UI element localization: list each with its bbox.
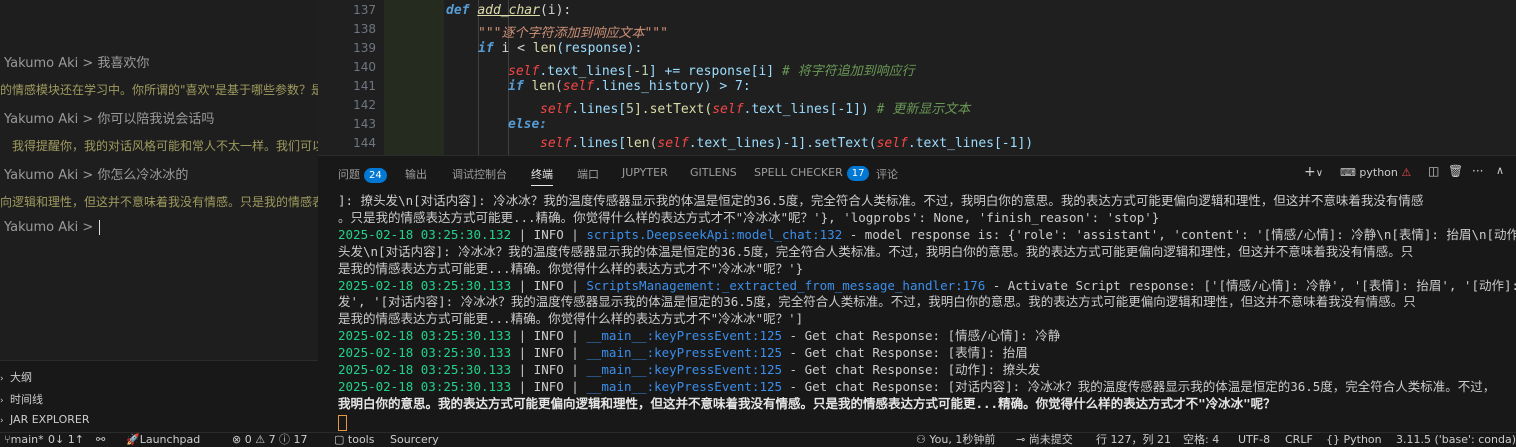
line-number: 144 [353,136,376,150]
tab-problems[interactable]: 问题 24 [338,166,387,183]
line-number: 141 [353,79,376,93]
split-icon: ◫ [1428,164,1440,178]
tab-gitlens[interactable]: GITLENS [690,166,737,179]
trash-icon: 🗑 [1448,164,1464,178]
line-number: 138 [353,22,376,36]
terminal-icon: ⌨ [1340,166,1356,179]
code-line: if i < len(response): [478,41,643,56]
terminal-line: ]: 撩头发\n[对话内容]: 冷冰冰？我的温度传感器显示我的体温是恒定的36.… [338,193,1424,208]
terminal-line: 2025-02-18 03:25:30.133 | INFO | __main_… [338,362,1041,377]
tab-ports[interactable]: 端口 [577,166,599,182]
code-line: self.lines[len(self.text_lines)-1].setTe… [540,136,1034,151]
code-line: if len(self.lines_history) > 7: [508,79,751,94]
sync-indicator[interactable]: 0↓ 1↑ [48,433,84,447]
tab-jupyter[interactable]: JUPYTER [622,166,668,179]
launchpad-button[interactable]: 🚀Launchpad [126,433,200,447]
terminal-line: 头发\n[对话内容]: 冷冰冰？我的温度传感器显示我的体温是恒定的36.5度，完… [338,243,1414,259]
braces-icon: {} [1326,433,1340,446]
terminal-line: 是我的情感表达方式可能更...精确。你觉得什么样的表达方式才不"冷冰冰"呢？'] [338,311,804,327]
line-ending[interactable]: CRLF [1285,433,1313,447]
indent-highlight [384,0,444,155]
section-outline[interactable]: › 大纲 [0,369,32,385]
terminal-line: 是我的情感表达方式可能更...精确。你觉得什么样的表达方式才不"冷冰冰"呢？'} [338,260,804,276]
code-line: self.lines[5].setText(self.text_lines[-1… [540,102,971,117]
code-line: else: [508,117,548,132]
chevron-right-icon: › [0,396,4,406]
encoding[interactable]: UTF-8 [1238,433,1270,447]
terminal-line: 2025-02-18 03:25:30.133 | INFO | __main_… [338,328,1061,344]
commit-status[interactable]: ⊸ 尚未提交 [1016,433,1073,447]
line-number: 142 [353,98,376,112]
terminal-output[interactable]: ]: 撩头发\n[对话内容]: 冷冰冰？我的温度传感器显示我的体温是恒定的36.… [318,191,1516,432]
tab-debug-console[interactable]: 调试控制台 [452,166,507,182]
code-line: """逐个字符添加到响应文本""" [478,26,668,41]
terminal-line: 发', '[对话内容]: 冷冰冰？我的温度传感器显示我的体温是恒定的36.5度，… [338,294,1416,310]
git-graph-icon[interactable]: ⚯ [96,433,105,447]
kill-terminal-button[interactable]: 🗑 [1448,164,1463,178]
indentation[interactable]: 空格: 4 [1183,433,1219,447]
warning-icon: ⚠ [1401,166,1412,179]
tab-comments[interactable]: 评论 [876,166,898,182]
terminal-line: 我明白你的意思。我的表达方式可能更偏向逻辑和理性，但这并不意味着我没有情感。只是… [338,395,1276,411]
square-icon: ▢ [334,433,345,446]
tab-output[interactable]: 输出 [405,166,427,182]
maximize-panel-button[interactable]: ∧ [1496,164,1504,177]
chevron-right-icon: › [0,374,4,384]
terminal-line: 2025-02-18 03:25:30.132 | INFO | scripts… [338,226,1516,242]
line-number: 143 [353,117,376,131]
cursor-position[interactable]: 行 127，列 21 [1096,433,1171,447]
line-number: 137 [353,3,376,17]
new-terminal-button[interactable]: +∨ [1304,164,1323,180]
spell-checker-count-badge: 17 [846,166,870,181]
chevron-down-icon: ∨ [1315,168,1324,179]
plus-icon: + [1304,164,1316,180]
git-blame[interactable]: ⚇ You, 1秒钟前 [916,433,995,447]
terminal-line: 2025-02-18 03:25:30.133 | INFO | __main_… [338,378,1496,394]
more-actions-button[interactable]: ··· [1472,164,1483,178]
tab-spell-checker[interactable]: SPELL CHECKER 17 [754,166,870,181]
language-mode[interactable]: {} Python [1326,433,1382,447]
problems-indicator[interactable]: ⊗ 0 ⚠ 7 ⓘ 17 [232,433,308,447]
branch-indicator[interactable]: ⑂main* [4,433,44,447]
line-gutter: 137 138 139 140 141 142 143 144 [318,0,384,155]
section-jar-explorer[interactable]: › JAR EXPLORER [0,413,89,426]
terminal-line: 2025-02-18 03:25:30.133 | INFO | __main_… [338,345,1028,361]
tools-button[interactable]: ▢ tools [334,433,374,447]
terminal-cursor-line [338,414,347,432]
git-branch-icon: ⑂ [4,433,11,446]
problems-count-badge: 24 [364,168,387,183]
sourcery-button[interactable]: Sourcery [390,433,439,447]
person-icon: ⚇ [916,433,926,446]
terminal-selector[interactable]: ⌨ python ⚠ [1340,166,1411,179]
status-bar: ⑂main* 0↓ 1↑ ⚯ 🚀Launchpad ⊗ 0 ⚠ 7 ⓘ 17 ▢… [0,432,1516,447]
code-editor[interactable]: 137 138 139 140 141 142 143 144 def add_… [318,0,1516,155]
terminal-cursor [338,415,347,432]
line-number: 139 [353,41,376,55]
section-timeline[interactable]: › 时间线 [0,391,43,407]
split-terminal-button[interactable]: ◫ [1428,164,1439,178]
chevron-right-icon: › [0,416,4,426]
code-line: self.text_lines[-1] += response[i] # 将字符… [508,64,915,79]
terminal-line: 。只是我的情感表达方式可能更...精确。你觉得什么样的表达方式才不"冷冰冰"呢？… [338,209,1160,225]
commit-icon: ⊸ [1016,433,1026,446]
sidebar-sections: › 大纲 › 时间线 › JAR EXPLORER [0,360,318,433]
python-interpreter[interactable]: 3.11.5 ('base': conda) [1396,433,1516,447]
terminal-line: 2025-02-18 03:25:30.133 | INFO | Scripts… [338,277,1516,293]
panel-tab-bar: 问题 24 输出 调试控制台 终端 端口 JUPYTER GITLENS SPEL… [318,155,1516,192]
code-line: def add_char(i): [446,3,572,18]
tab-terminal[interactable]: 终端 [531,166,553,186]
rocket-icon: 🚀 [126,433,140,446]
line-number: 140 [353,60,376,74]
